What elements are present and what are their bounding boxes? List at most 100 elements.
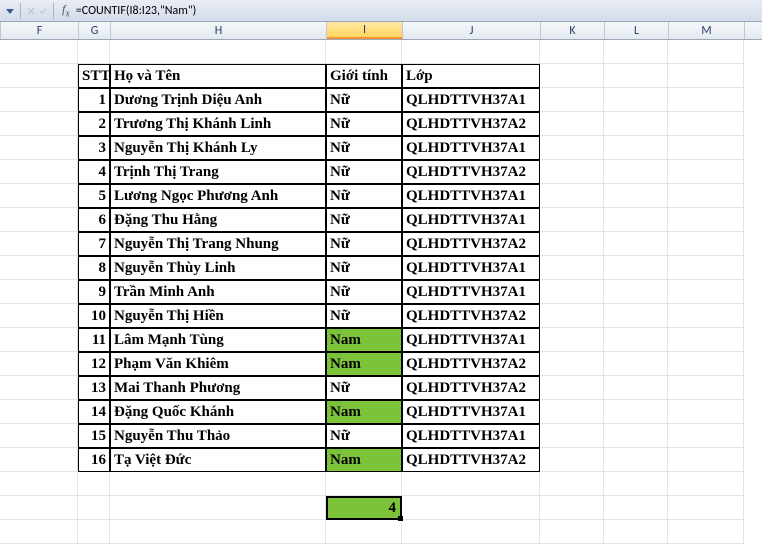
cell[interactable] — [540, 112, 604, 136]
cell-name[interactable]: Mai Thanh Phương — [110, 376, 326, 400]
cell[interactable] — [326, 40, 402, 64]
cell[interactable] — [0, 304, 78, 328]
cell-stt[interactable]: 12 — [78, 352, 110, 376]
cell-name[interactable]: Trịnh Thị Trang — [110, 160, 326, 184]
cell-name[interactable]: Nguyễn Thị Hiền — [110, 304, 326, 328]
cell[interactable] — [0, 472, 78, 496]
cell[interactable] — [668, 208, 744, 232]
cancel-icon[interactable] — [25, 5, 37, 17]
column-header-L[interactable]: L — [605, 22, 669, 39]
cell-class[interactable]: QLHDTTVH37A2 — [402, 304, 540, 328]
column-header-K[interactable]: K — [541, 22, 605, 39]
cell-name[interactable]: Đặng Thu Hằng — [110, 208, 326, 232]
cell-sex[interactable]: Nam — [326, 328, 402, 352]
cell[interactable] — [668, 184, 744, 208]
cell-class[interactable]: QLHDTTVH37A2 — [402, 376, 540, 400]
cell-class[interactable]: QLHDTTVH37A2 — [402, 112, 540, 136]
cell-class[interactable]: QLHDTTVH37A2 — [402, 232, 540, 256]
cell[interactable] — [78, 40, 110, 64]
cell-stt[interactable]: 8 — [78, 256, 110, 280]
column-header-G[interactable]: G — [79, 22, 111, 39]
cell[interactable] — [540, 448, 604, 472]
cell[interactable] — [540, 520, 604, 544]
cell-name[interactable]: Nguyễn Thu Thảo — [110, 424, 326, 448]
cell-class[interactable]: QLHDTTVH37A1 — [402, 328, 540, 352]
cell-sex[interactable]: Nam — [326, 400, 402, 424]
cell-name[interactable]: Trần Minh Anh — [110, 280, 326, 304]
cell[interactable] — [0, 448, 78, 472]
cell[interactable] — [0, 40, 78, 64]
table-header-gioitinh[interactable]: Giới tính — [326, 64, 402, 88]
cell[interactable] — [668, 136, 744, 160]
cell-stt[interactable]: 11 — [78, 328, 110, 352]
cell[interactable] — [668, 472, 744, 496]
active-cell-result[interactable]: 4 — [326, 496, 402, 520]
grid[interactable]: STT Họ và Tên Giới tính Lớp 1Dương Trịnh… — [0, 40, 762, 544]
cell[interactable] — [78, 472, 110, 496]
cell[interactable] — [540, 64, 604, 88]
cell[interactable] — [540, 400, 604, 424]
cell[interactable] — [540, 184, 604, 208]
cell[interactable] — [0, 136, 78, 160]
cell[interactable] — [402, 472, 540, 496]
cell[interactable] — [110, 472, 326, 496]
cell[interactable] — [668, 112, 744, 136]
cell-sex[interactable]: Nữ — [326, 376, 402, 400]
column-header-I[interactable]: I — [327, 22, 403, 39]
cell[interactable] — [0, 232, 78, 256]
cell[interactable] — [668, 40, 744, 64]
cell[interactable] — [402, 40, 540, 64]
cell[interactable] — [0, 400, 78, 424]
cell-sex[interactable]: Nữ — [326, 136, 402, 160]
cell[interactable] — [604, 208, 668, 232]
cell[interactable] — [0, 520, 78, 544]
cell-class[interactable]: QLHDTTVH37A1 — [402, 256, 540, 280]
enter-icon[interactable] — [37, 5, 49, 17]
cell-name[interactable]: Nguyễn Thị Khánh Ly — [110, 136, 326, 160]
cell[interactable] — [668, 400, 744, 424]
cell-name[interactable]: Dương Trịnh Diệu Anh — [110, 88, 326, 112]
cell[interactable] — [668, 424, 744, 448]
cell[interactable] — [668, 64, 744, 88]
cell-stt[interactable]: 16 — [78, 448, 110, 472]
table-header-hoten[interactable]: Họ và Tên — [110, 64, 326, 88]
cell-name[interactable]: Lâm Mạnh Tùng — [110, 328, 326, 352]
table-header-lop[interactable]: Lớp — [402, 64, 540, 88]
cell-stt[interactable]: 13 — [78, 376, 110, 400]
cell[interactable] — [402, 520, 540, 544]
cell-stt[interactable]: 2 — [78, 112, 110, 136]
formula-input[interactable] — [74, 4, 762, 18]
cell-sex[interactable]: Nữ — [326, 232, 402, 256]
cell[interactable] — [0, 184, 78, 208]
cell[interactable] — [0, 280, 78, 304]
cell[interactable] — [604, 496, 668, 520]
cell[interactable] — [110, 496, 326, 520]
cell[interactable] — [540, 304, 604, 328]
cell[interactable] — [604, 184, 668, 208]
cell-class[interactable]: QLHDTTVH37A1 — [402, 280, 540, 304]
cell-stt[interactable]: 9 — [78, 280, 110, 304]
cell-name[interactable]: Tạ Việt Đức — [110, 448, 326, 472]
cell[interactable] — [0, 376, 78, 400]
cell[interactable] — [604, 64, 668, 88]
cell[interactable] — [668, 88, 744, 112]
cell-sex[interactable]: Nữ — [326, 280, 402, 304]
cell-sex[interactable]: Nữ — [326, 160, 402, 184]
cell-sex[interactable]: Nữ — [326, 256, 402, 280]
cell-class[interactable]: QLHDTTVH37A1 — [402, 184, 540, 208]
cell[interactable] — [0, 160, 78, 184]
cell-sex[interactable]: Nữ — [326, 88, 402, 112]
cell[interactable] — [668, 520, 744, 544]
cell[interactable] — [604, 520, 668, 544]
column-header-M[interactable]: M — [669, 22, 745, 39]
cell-name[interactable]: Lương Ngọc Phương Anh — [110, 184, 326, 208]
cell-class[interactable]: QLHDTTVH37A2 — [402, 448, 540, 472]
cell-sex[interactable]: Nữ — [326, 424, 402, 448]
cell[interactable] — [540, 424, 604, 448]
name-box-dropdown-icon[interactable] — [4, 5, 16, 17]
cell[interactable] — [540, 40, 604, 64]
cell[interactable] — [540, 472, 604, 496]
cell-stt[interactable]: 5 — [78, 184, 110, 208]
cell[interactable] — [668, 160, 744, 184]
cell[interactable] — [540, 208, 604, 232]
